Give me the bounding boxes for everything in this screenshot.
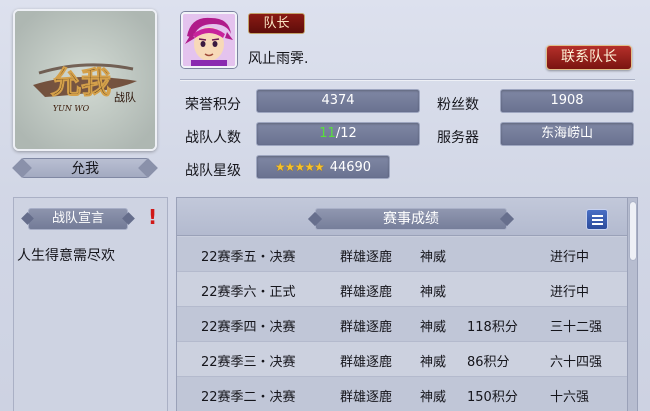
star-rating-icons: ★★★★★ (274, 160, 325, 174)
scrollbar-thumb[interactable] (630, 202, 636, 260)
declaration-alert-icon[interactable]: ! (148, 206, 157, 228)
table-row[interactable]: 22赛季四・决赛 群雄逐鹿 神威 118积分 三十二强 (177, 307, 627, 342)
stars-value-box: ★★★★★ 44690 (256, 155, 390, 179)
divider (180, 79, 635, 80)
members-value: 11/12 (256, 122, 420, 146)
event-group: 群雄逐鹿 (340, 250, 393, 265)
table-row[interactable]: 22赛季六・正式 群雄逐鹿 神威 进行中 (177, 272, 627, 307)
table-row[interactable]: 22赛季三・决赛 群雄逐鹿 神威 86积分 六十四强 (177, 342, 627, 377)
declaration-text: 人生得意需尽欢 (17, 248, 115, 264)
contact-captain-button[interactable]: 联系队长 (546, 45, 632, 70)
event-tier: 神威 (420, 320, 447, 335)
table-row[interactable]: 22赛季二・决赛 群雄逐鹿 神威 150积分 十六强 (177, 377, 627, 411)
event-group: 群雄逐鹿 (340, 355, 393, 370)
captain-portrait-icon (183, 14, 235, 66)
event-group: 群雄逐鹿 (340, 320, 393, 335)
results-title: 赛事成绩 (315, 208, 507, 230)
event-tier: 神威 (420, 390, 447, 405)
team-name-plate: 允我 (12, 155, 158, 181)
declaration-title: 战队宣言 (28, 208, 128, 230)
event-group: 群雄逐鹿 (340, 285, 393, 300)
event-points: 118积分 (467, 320, 518, 335)
honor-label: 荣誉积分 (185, 97, 241, 113)
event-name: 22赛季六・正式 (201, 285, 296, 300)
results-list: 22赛季五・决赛 群雄逐鹿 神威 进行中 22赛季六・正式 群雄逐鹿 神威 进行… (177, 237, 627, 411)
event-name: 22赛季四・决赛 (201, 320, 296, 335)
event-status: 十六强 (550, 390, 590, 405)
team-logo: 允我 战队 YUN WO (13, 9, 157, 151)
svg-text:YUN WO: YUN WO (53, 104, 90, 113)
server-label: 服务器 (437, 130, 479, 146)
event-tier: 神威 (420, 285, 447, 300)
table-row[interactable]: 22赛季五・决赛 群雄逐鹿 神威 进行中 (177, 237, 627, 272)
team-name: 允我 (71, 161, 99, 177)
fans-label: 粉丝数 (437, 97, 479, 113)
results-header: 赛事成绩 (177, 198, 627, 236)
event-group: 群雄逐鹿 (340, 390, 393, 405)
team-logo-art: 允我 战队 YUN WO (15, 11, 155, 149)
event-tier: 神威 (420, 355, 447, 370)
stars-value: 44690 (329, 160, 372, 175)
captain-name: 风止雨霁. (248, 51, 309, 67)
event-status: 六十四强 (550, 355, 603, 370)
event-status: 进行中 (550, 250, 590, 265)
event-status: 三十二强 (550, 320, 603, 335)
stars-label: 战队星级 (185, 163, 241, 179)
fans-value: 1908 (500, 89, 634, 113)
event-points: 86积分 (467, 355, 510, 370)
members-label: 战队人数 (185, 130, 241, 146)
event-status: 进行中 (550, 285, 590, 300)
svg-text:允我: 允我 (50, 66, 111, 101)
event-name: 22赛季五・决赛 (201, 250, 296, 265)
captain-avatar[interactable] (181, 12, 237, 68)
honor-value: 4374 (256, 89, 420, 113)
event-name: 22赛季二・决赛 (201, 390, 296, 405)
members-total: /12 (335, 126, 357, 141)
captain-badge: 队长 (248, 13, 305, 34)
event-name: 22赛季三・决赛 (201, 355, 296, 370)
results-scrollbar[interactable] (627, 198, 637, 411)
results-menu-icon[interactable] (586, 209, 608, 230)
svg-text:战队: 战队 (114, 90, 136, 104)
server-value: 东海崂山 (500, 122, 634, 146)
event-points: 150积分 (467, 390, 518, 405)
event-tier: 神威 (420, 250, 447, 265)
members-current: 11 (319, 126, 336, 141)
results-panel: 赛事成绩 22赛季五・决赛 群雄逐鹿 神威 进行中 22赛季六・正式 群雄逐鹿 … (176, 197, 638, 411)
